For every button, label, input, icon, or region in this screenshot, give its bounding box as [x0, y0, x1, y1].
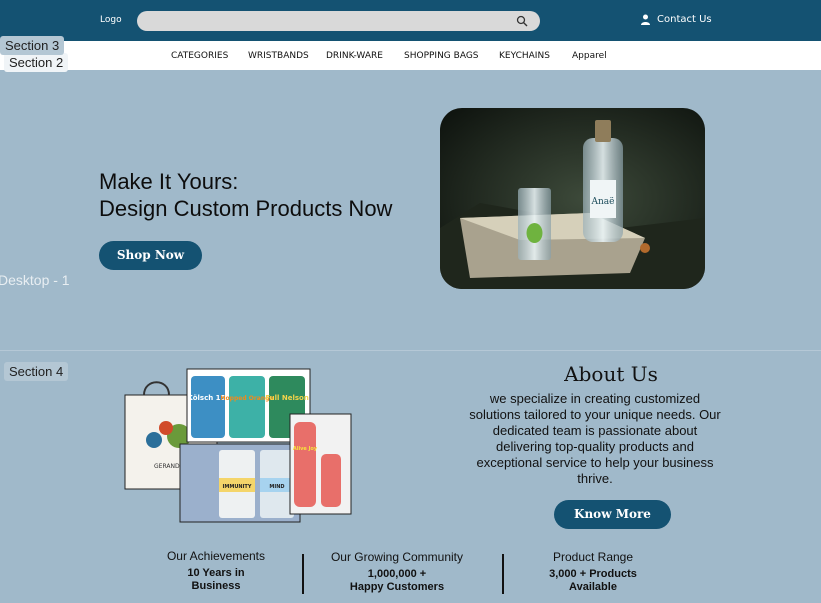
- top-header: Logo Contact Us: [0, 0, 821, 41]
- hero-headline-line2: Design Custom Products Now: [99, 196, 393, 221]
- stat-value-line2: Happy Customers: [349, 581, 445, 593]
- stat-heading: Our Achievements: [166, 549, 266, 563]
- stat-value-line2: Business: [191, 580, 241, 592]
- bottle-brand-text-2: Alive Joy: [293, 446, 318, 452]
- stat-value-line2: Available: [569, 581, 617, 593]
- stat-product-range: Product Range 3,000 + Products Available: [530, 550, 656, 594]
- bottle-brand-text: Anaë: [591, 197, 615, 207]
- contact-us-link[interactable]: Contact Us: [640, 14, 712, 25]
- desktop-frame-label[interactable]: Desktop - 1: [0, 272, 70, 288]
- about-us-title: About Us: [564, 362, 658, 386]
- nav-drinkware[interactable]: DRINK-WARE: [326, 51, 383, 61]
- hero-image: Anaë: [440, 108, 705, 289]
- hero-headline-line1: Make It Yours:: [99, 169, 239, 194]
- search-icon[interactable]: [516, 15, 528, 27]
- know-more-button[interactable]: Know More: [554, 500, 671, 529]
- section-2-label[interactable]: Section 2: [4, 53, 69, 72]
- stat-community: Our Growing Community 1,000,000 + Happy …: [318, 550, 476, 594]
- section-divider: [0, 350, 821, 351]
- stat-value-line1: 3,000 + Products: [549, 568, 637, 580]
- about-us-body: we specialize in creating customized sol…: [469, 391, 721, 486]
- product-collage: GERANDU Kölsch 15! Hopped Orange Full Ne…: [124, 368, 354, 526]
- stat-heading: Product Range: [552, 550, 634, 564]
- nav-apparel[interactable]: Apparel: [572, 51, 607, 61]
- section-3-label[interactable]: Section 3: [0, 36, 65, 55]
- pouch-2-text: MIND: [269, 484, 284, 490]
- category-nav: CATEGORIES WRISTBANDS DRINK-WARE SHOPPIN…: [0, 41, 821, 70]
- logo[interactable]: Logo: [100, 15, 122, 25]
- nav-keychains[interactable]: KEYCHAINS: [499, 51, 550, 61]
- section-4-label[interactable]: Section 4: [4, 362, 69, 381]
- nav-shopping-bags[interactable]: SHOPPING BAGS: [404, 51, 479, 61]
- hero-headline: Make It Yours: Design Custom Products No…: [99, 168, 392, 222]
- contact-us-label: Contact Us: [657, 14, 712, 25]
- nav-wristbands[interactable]: WRISTBANDS: [248, 51, 309, 61]
- search-input[interactable]: [137, 11, 540, 31]
- nav-categories[interactable]: CATEGORIES: [171, 51, 228, 61]
- stat-divider: [302, 554, 304, 594]
- user-icon: [641, 14, 650, 25]
- stat-value-line1: 1,000,000 +: [367, 568, 427, 580]
- stat-achievements: Our Achievements 10 Years in Business: [150, 549, 282, 593]
- pouch-1-text: IMMUNITY: [223, 484, 252, 490]
- stat-heading: Our Growing Community: [330, 550, 464, 564]
- shop-now-button[interactable]: Shop Now: [99, 241, 202, 270]
- can-3-text: Full Nelson: [265, 394, 309, 402]
- stat-divider: [502, 554, 504, 594]
- bag-brand-text: GERANDU: [154, 463, 184, 470]
- stat-value-line1: 10 Years in: [187, 567, 245, 579]
